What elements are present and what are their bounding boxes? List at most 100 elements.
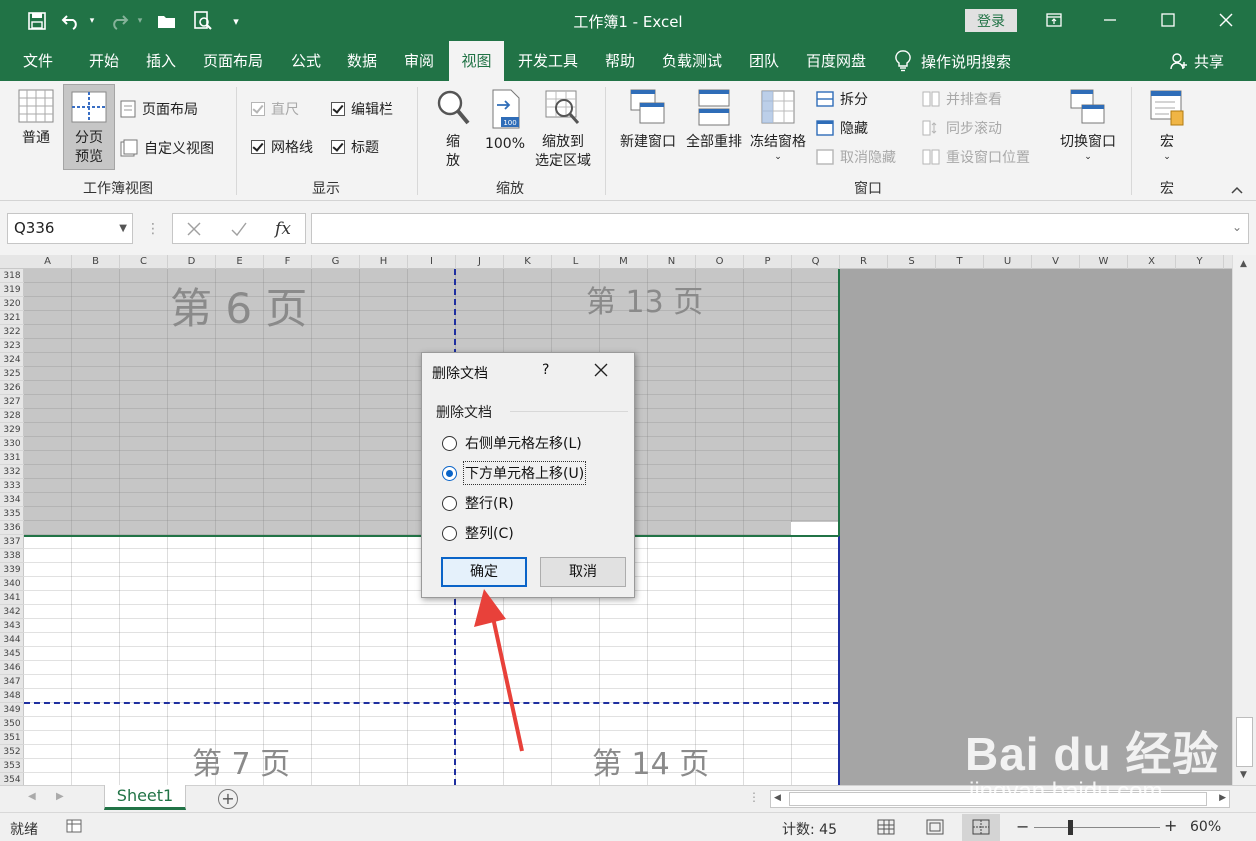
row-header[interactable]: 324 <box>0 353 24 367</box>
radio-shift-left[interactable]: 右侧单元格左移(L) <box>442 433 582 453</box>
row-header[interactable]: 322 <box>0 325 24 339</box>
row-header[interactable]: 345 <box>0 647 24 661</box>
row-header[interactable]: 348 <box>0 689 24 703</box>
vertical-scrollbar[interactable]: ▲ ▼ <box>1232 255 1256 785</box>
tab-insert[interactable]: 插入 <box>137 41 185 81</box>
column-header[interactable]: I <box>408 255 456 269</box>
row-header[interactable]: 349 <box>0 703 24 717</box>
column-header[interactable]: W <box>1080 255 1128 269</box>
column-header[interactable]: E <box>216 255 264 269</box>
row-header[interactable]: 333 <box>0 479 24 493</box>
unhide-button[interactable]: 取消隐藏 <box>816 146 896 168</box>
name-box[interactable]: Q336 ▼ <box>7 213 133 244</box>
column-header[interactable]: G <box>312 255 360 269</box>
row-header[interactable]: 336 <box>0 521 24 535</box>
row-header[interactable]: 351 <box>0 731 24 745</box>
macros-button[interactable]: 宏 ⌄ <box>1144 89 1190 173</box>
cancel-entry-icon[interactable] <box>180 213 208 244</box>
arrange-all-button[interactable]: 全部重排 <box>682 89 746 159</box>
tab-view[interactable]: 视图 <box>449 41 504 81</box>
zoom-slider-track[interactable] <box>1034 827 1160 828</box>
customize-qat-icon[interactable]: ▾ <box>228 8 244 34</box>
column-header[interactable]: F <box>264 255 312 269</box>
ribbon-display-options-icon[interactable] <box>1034 5 1074 35</box>
row-header[interactable]: 332 <box>0 465 24 479</box>
undo-icon[interactable] <box>58 8 84 34</box>
page-break-status-button[interactable] <box>962 814 1000 841</box>
row-header[interactable]: 340 <box>0 577 24 591</box>
row-header[interactable]: 323 <box>0 339 24 353</box>
row-header[interactable]: 341 <box>0 591 24 605</box>
normal-view-button[interactable]: 普通 <box>10 89 62 161</box>
row-header[interactable]: 319 <box>0 283 24 297</box>
row-header[interactable]: 320 <box>0 297 24 311</box>
zoom-level[interactable]: 60% <box>1190 819 1221 835</box>
undo-dropdown-icon[interactable]: ▾ <box>86 8 98 34</box>
tab-file[interactable]: 文件 <box>14 41 62 81</box>
tab-page-layout[interactable]: 页面布局 <box>196 41 270 81</box>
row-header[interactable]: 334 <box>0 493 24 507</box>
maximize-icon[interactable] <box>1148 5 1188 35</box>
scroll-left-icon[interactable]: ◀ <box>774 793 781 803</box>
column-header[interactable]: U <box>984 255 1032 269</box>
sheet-tab-sheet1[interactable]: Sheet1 <box>104 785 186 810</box>
row-header[interactable]: 350 <box>0 717 24 731</box>
column-header[interactable]: Y <box>1176 255 1224 269</box>
column-header[interactable]: D <box>168 255 216 269</box>
formula-bar-checkbox[interactable]: 编辑栏 <box>331 98 393 120</box>
row-header[interactable]: 339 <box>0 563 24 577</box>
zoom-out-icon[interactable]: − <box>1016 817 1029 836</box>
row-header[interactable]: 342 <box>0 605 24 619</box>
tab-team[interactable]: 团队 <box>742 41 786 81</box>
column-header[interactable]: X <box>1128 255 1176 269</box>
dialog-help-button[interactable]: ? <box>542 362 549 378</box>
expand-formula-bar-icon[interactable]: ⌄ <box>1232 220 1242 234</box>
prev-sheet-icon[interactable]: ◀ <box>28 791 36 802</box>
tab-help[interactable]: 帮助 <box>598 41 642 81</box>
insert-function-icon[interactable]: fx <box>268 213 298 244</box>
collapse-ribbon-icon[interactable] <box>1230 183 1244 199</box>
active-cell[interactable] <box>791 522 838 536</box>
synchronous-scrolling-button[interactable]: 同步滚动 <box>922 117 1002 139</box>
page-layout-view-button[interactable]: 页面布局 <box>120 98 198 120</box>
column-header[interactable]: R <box>840 255 888 269</box>
tab-baidu-netdisk[interactable]: 百度网盘 <box>800 41 872 81</box>
gridlines-checkbox[interactable]: 网格线 <box>251 136 313 158</box>
new-window-button[interactable]: 新建窗口 <box>614 89 682 159</box>
column-header[interactable]: P <box>744 255 792 269</box>
row-header[interactable]: 338 <box>0 549 24 563</box>
column-header[interactable]: B <box>72 255 120 269</box>
column-header[interactable]: M <box>600 255 648 269</box>
name-box-dropdown-icon[interactable]: ▼ <box>119 214 127 243</box>
tab-data[interactable]: 数据 <box>338 41 386 81</box>
row-header[interactable]: 329 <box>0 423 24 437</box>
minimize-icon[interactable] <box>1090 5 1130 35</box>
add-sheet-icon[interactable]: + <box>218 789 238 809</box>
row-header[interactable]: 331 <box>0 451 24 465</box>
radio-entire-row[interactable]: 整行(R) <box>442 493 514 513</box>
row-header[interactable]: 344 <box>0 633 24 647</box>
print-preview-icon[interactable] <box>190 8 216 34</box>
column-header[interactable]: O <box>696 255 744 269</box>
reset-window-position-button[interactable]: 重设窗口位置 <box>922 146 1030 168</box>
zoom-to-selection-button[interactable]: 缩放到 选定区域 <box>530 89 596 173</box>
row-header[interactable]: 335 <box>0 507 24 521</box>
column-header[interactable]: S <box>888 255 936 269</box>
row-header[interactable]: 330 <box>0 437 24 451</box>
row-header[interactable]: 326 <box>0 381 24 395</box>
split-button[interactable]: 拆分 <box>816 88 868 110</box>
close-window-icon[interactable] <box>1206 5 1246 35</box>
column-header[interactable]: T <box>936 255 984 269</box>
tab-developer[interactable]: 开发工具 <box>512 41 584 81</box>
open-folder-icon[interactable] <box>154 8 180 34</box>
tab-review[interactable]: 审阅 <box>395 41 443 81</box>
ok-button[interactable]: 确定 <box>441 557 527 587</box>
radio-shift-up[interactable]: 下方单元格上移(U) <box>442 461 587 485</box>
tab-load-test[interactable]: 负载测试 <box>655 41 729 81</box>
page-break-preview-button[interactable]: 分页 预览 <box>63 84 115 170</box>
column-header[interactable]: H <box>360 255 408 269</box>
column-header[interactable]: A <box>24 255 72 269</box>
freeze-panes-button[interactable]: 冻结窗格 ⌄ <box>746 89 810 173</box>
zoom-100-button[interactable]: 100 100% <box>482 89 528 159</box>
row-header[interactable]: 343 <box>0 619 24 633</box>
